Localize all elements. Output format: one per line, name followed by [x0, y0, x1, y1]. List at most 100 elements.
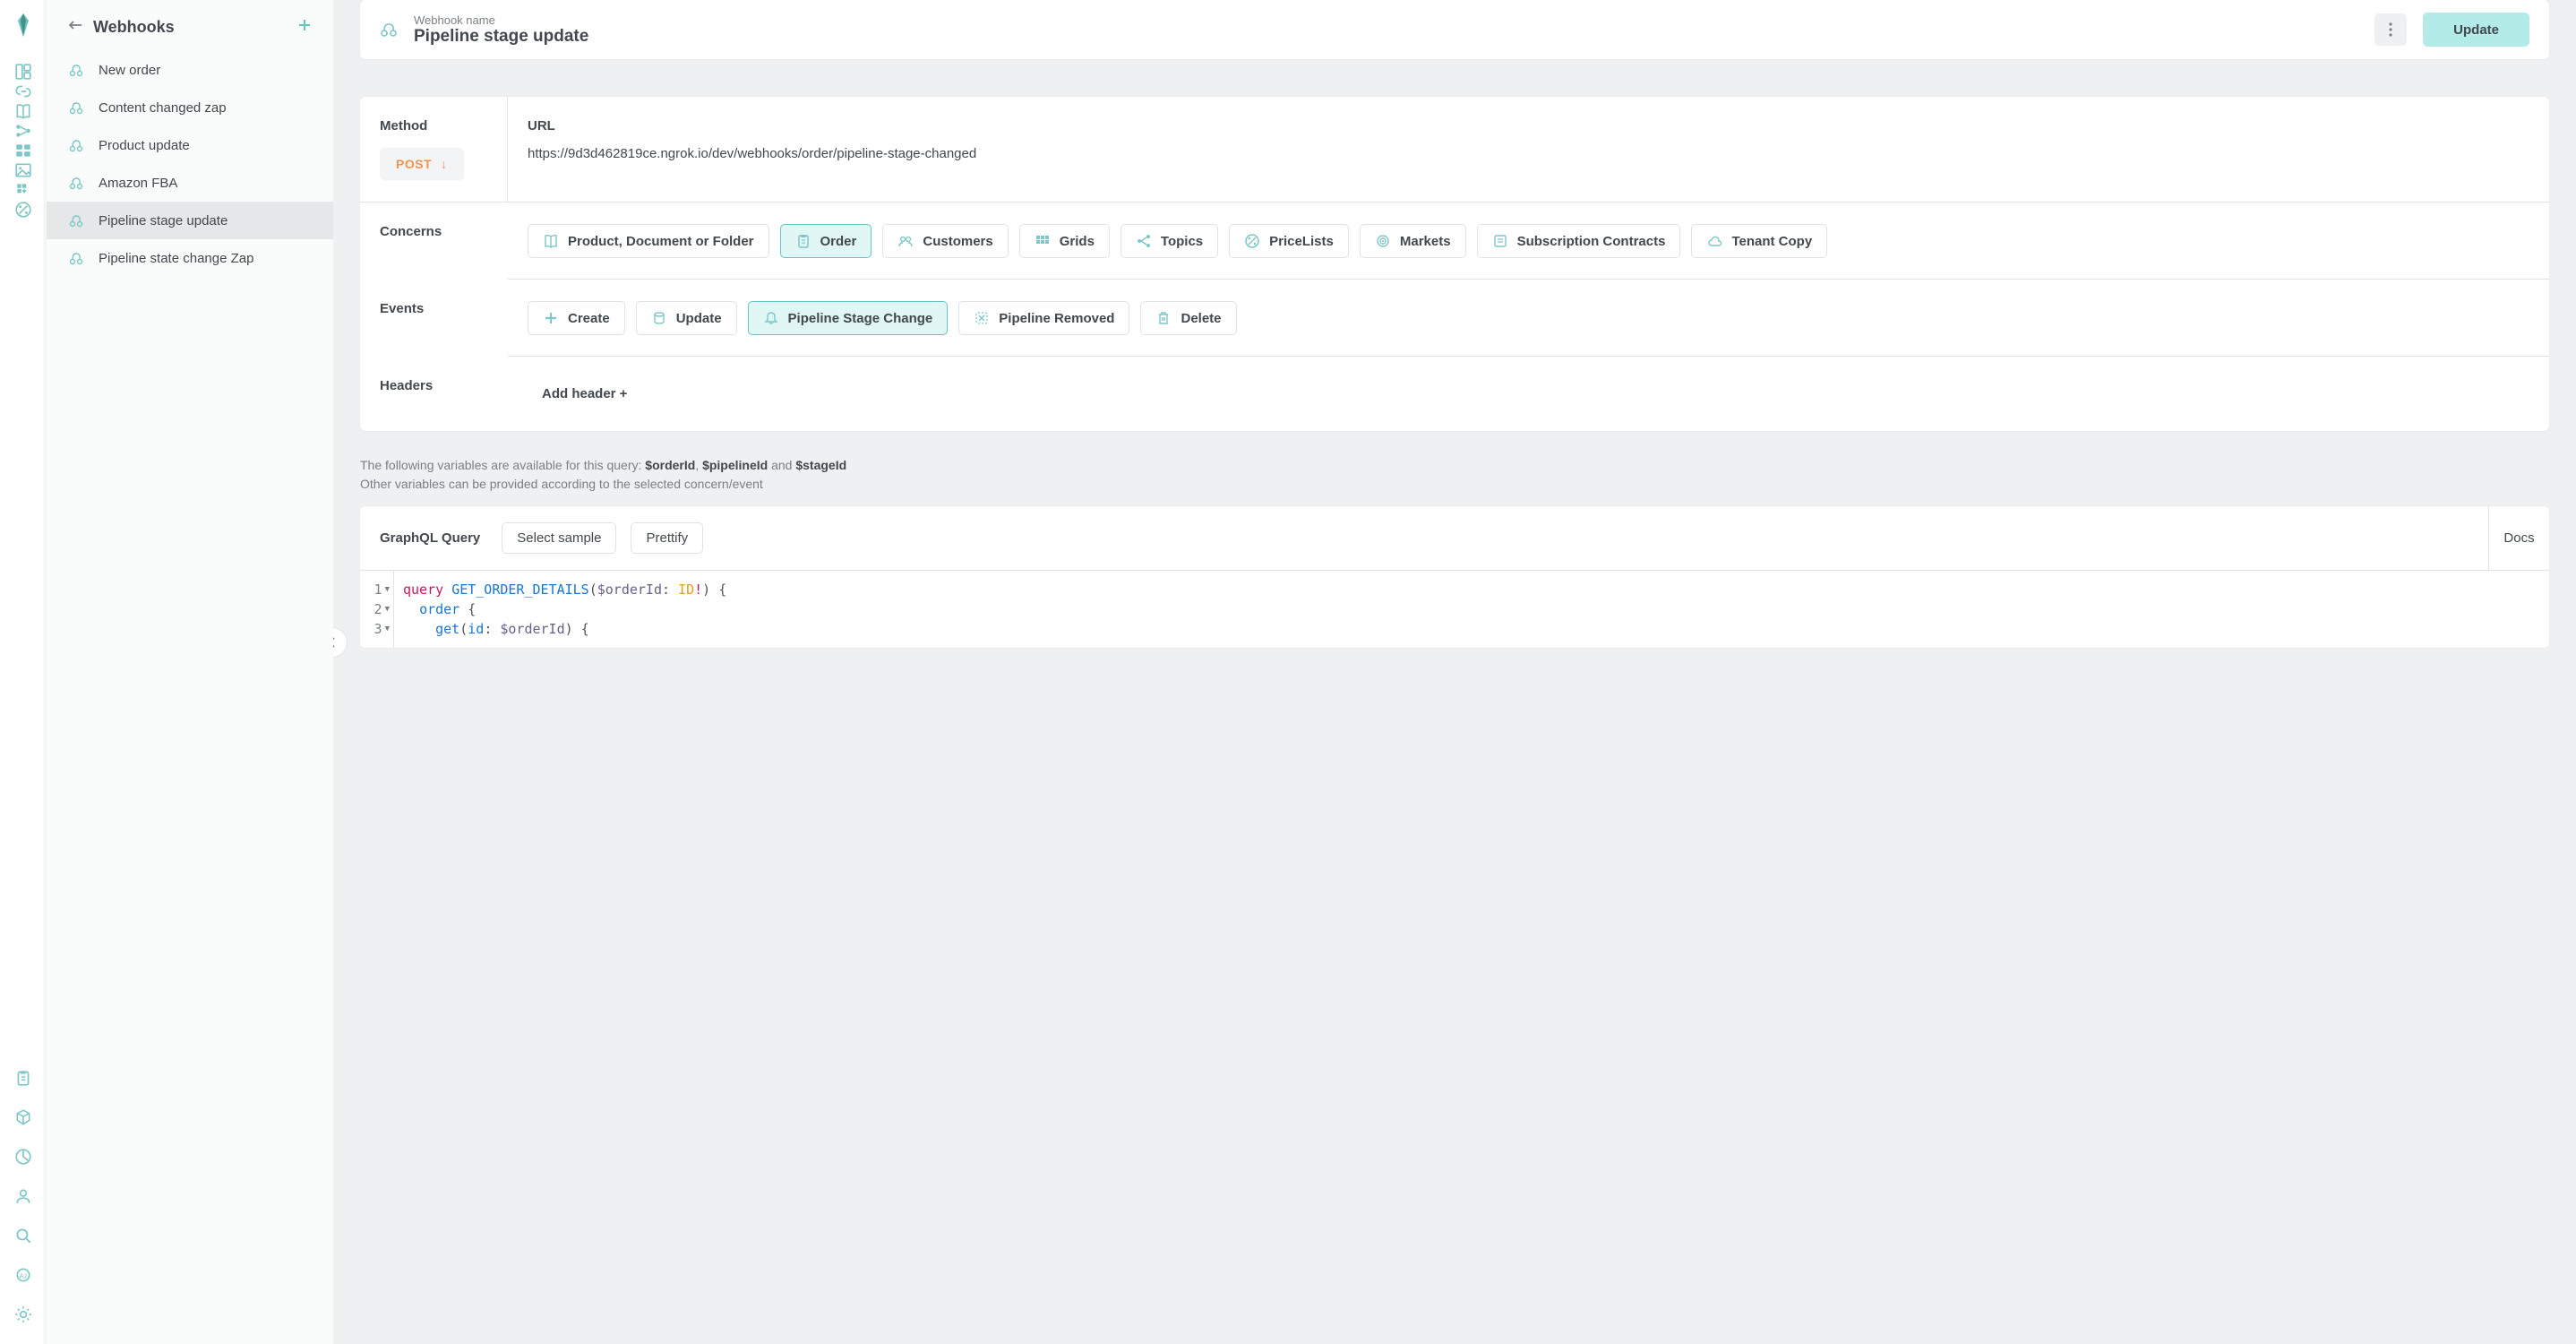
- query-card: GraphQL Query Select sample Prettify Doc…: [360, 506, 2549, 648]
- webhook-item[interactable]: Pipeline stage update: [47, 202, 333, 239]
- webhook-name-label: Webhook name: [414, 13, 2358, 27]
- locale-icon[interactable]: [13, 1265, 33, 1285]
- webhook-icon: [68, 137, 84, 153]
- concern-chip[interactable]: Customers: [882, 224, 1008, 258]
- main-content: Webhook name Pipeline stage update Updat…: [333, 0, 2576, 1344]
- webhook-icon: [68, 62, 84, 78]
- dashboard-icon[interactable]: [13, 62, 33, 82]
- chip-label: Update: [676, 311, 722, 326]
- webhook-list: New order Content changed zap Product upda…: [47, 51, 333, 277]
- bell-icon: [763, 310, 779, 326]
- concern-chip[interactable]: Grids: [1019, 224, 1110, 258]
- panel-title: Webhooks: [93, 18, 287, 37]
- webhook-icon: [68, 175, 84, 191]
- chip-label: Order: [820, 234, 857, 249]
- user-icon[interactable]: [13, 1186, 33, 1206]
- graph-icon[interactable]: [13, 121, 33, 141]
- webhook-item[interactable]: Pipeline state change Zap: [47, 239, 333, 277]
- chip-label: Product, Document or Folder: [568, 234, 754, 249]
- target-icon: [1375, 233, 1391, 249]
- update-button[interactable]: Update: [2423, 13, 2529, 47]
- event-chip-group: Create Update Pipeline Stage Change Pipelin…: [508, 279, 2549, 357]
- webhook-icon: [68, 212, 84, 228]
- webhook-item[interactable]: Content changed zap: [47, 89, 333, 126]
- gear-icon[interactable]: [13, 1305, 33, 1324]
- concerns-label: Concerns: [360, 202, 508, 280]
- query-title: GraphQL Query: [380, 530, 480, 546]
- concern-chip[interactable]: Tenant Copy: [1691, 224, 1827, 258]
- webhook-list-panel: Webhooks New order Content changed zap Pro…: [47, 0, 333, 1344]
- concern-chip-group: Product, Document or Folder Order Customer…: [508, 202, 2549, 280]
- back-icon[interactable]: [68, 18, 82, 37]
- webhook-item-label: Pipeline state change Zap: [99, 251, 253, 266]
- event-chip[interactable]: Create: [528, 301, 625, 335]
- webhook-item[interactable]: New order: [47, 51, 333, 89]
- concern-chip[interactable]: Topics: [1121, 224, 1218, 258]
- cylinder-icon: [651, 310, 667, 326]
- link-icon[interactable]: [13, 82, 33, 101]
- chip-label: Customers: [923, 234, 992, 249]
- chip-label: Subscription Contracts: [1517, 234, 1666, 249]
- concern-chip[interactable]: Order: [780, 224, 872, 258]
- cloud-icon: [1706, 233, 1722, 249]
- logo: [13, 13, 34, 42]
- trash-icon: [1155, 310, 1172, 326]
- webhook-icon: [68, 250, 84, 266]
- event-chip[interactable]: Update: [636, 301, 737, 335]
- image-icon[interactable]: [13, 160, 33, 180]
- cube-icon[interactable]: [13, 1107, 33, 1127]
- concern-chip[interactable]: Subscription Contracts: [1477, 224, 1681, 258]
- method-value: POST: [396, 157, 432, 171]
- webhook-item-label: Content changed zap: [99, 100, 227, 116]
- graphql-editor[interactable]: 1▼2▼3▼ query GET_ORDER_DETAILS($orderId:…: [360, 571, 2549, 648]
- clipboard-icon[interactable]: [13, 1068, 33, 1088]
- percent-icon[interactable]: [13, 200, 33, 220]
- docs-tab[interactable]: Docs: [2488, 506, 2549, 570]
- chip-label: Pipeline Stage Change: [788, 311, 933, 326]
- query-hint: The following variables are available fo…: [360, 456, 2549, 494]
- config-card: Method POST ↓ URL https://9d3d462819ce.n…: [360, 97, 2549, 431]
- chip-label: Markets: [1400, 234, 1451, 249]
- chip-label: Create: [568, 311, 610, 326]
- webhook-item[interactable]: Amazon FBA: [47, 164, 333, 202]
- method-select[interactable]: POST ↓: [380, 148, 464, 180]
- url-input[interactable]: https://9d3d462819ce.ngrok.io/dev/webhoo…: [528, 146, 976, 161]
- webhook-item[interactable]: Product update: [47, 126, 333, 164]
- book-icon[interactable]: [13, 101, 33, 121]
- select-sample-button[interactable]: Select sample: [502, 522, 616, 554]
- blocks-icon[interactable]: [13, 180, 33, 200]
- event-chip[interactable]: Pipeline Removed: [958, 301, 1129, 335]
- webhook-item-label: Product update: [99, 138, 190, 153]
- webhook-item-label: New order: [99, 63, 160, 78]
- webhook-icon: [68, 99, 84, 116]
- pie-icon[interactable]: [13, 1147, 33, 1167]
- book-icon: [543, 233, 559, 249]
- concern-chip[interactable]: Product, Document or Folder: [528, 224, 769, 258]
- add-header-button[interactable]: Add header +: [528, 378, 641, 409]
- webhook-header-card: Webhook name Pipeline stage update Updat…: [360, 0, 2549, 59]
- chip-label: Pipeline Removed: [999, 311, 1114, 326]
- topics-icon: [1136, 233, 1152, 249]
- url-label: URL: [528, 118, 555, 134]
- chip-label: Grids: [1060, 234, 1095, 249]
- webhook-item-label: Amazon FBA: [99, 176, 177, 191]
- grids-icon: [1035, 233, 1051, 249]
- webhook-icon: [380, 21, 398, 39]
- webhook-item-label: Pipeline stage update: [99, 213, 228, 228]
- add-webhook-button[interactable]: [297, 18, 312, 37]
- percent-icon: [1244, 233, 1260, 249]
- grid-icon[interactable]: [13, 141, 33, 160]
- event-chip[interactable]: Pipeline Stage Change: [748, 301, 949, 335]
- plus-icon: [543, 310, 559, 326]
- concern-chip[interactable]: Markets: [1360, 224, 1466, 258]
- collapse-panel-button[interactable]: [333, 627, 348, 658]
- concern-chip[interactable]: PriceLists: [1229, 224, 1349, 258]
- more-button[interactable]: [2374, 13, 2407, 46]
- nav-rail: [0, 0, 47, 1344]
- search-icon[interactable]: [13, 1226, 33, 1245]
- headers-label: Headers: [360, 357, 508, 431]
- event-chip[interactable]: Delete: [1140, 301, 1236, 335]
- webhook-name-value[interactable]: Pipeline stage update: [414, 27, 2358, 47]
- contract-icon: [1492, 233, 1508, 249]
- prettify-button[interactable]: Prettify: [631, 522, 703, 554]
